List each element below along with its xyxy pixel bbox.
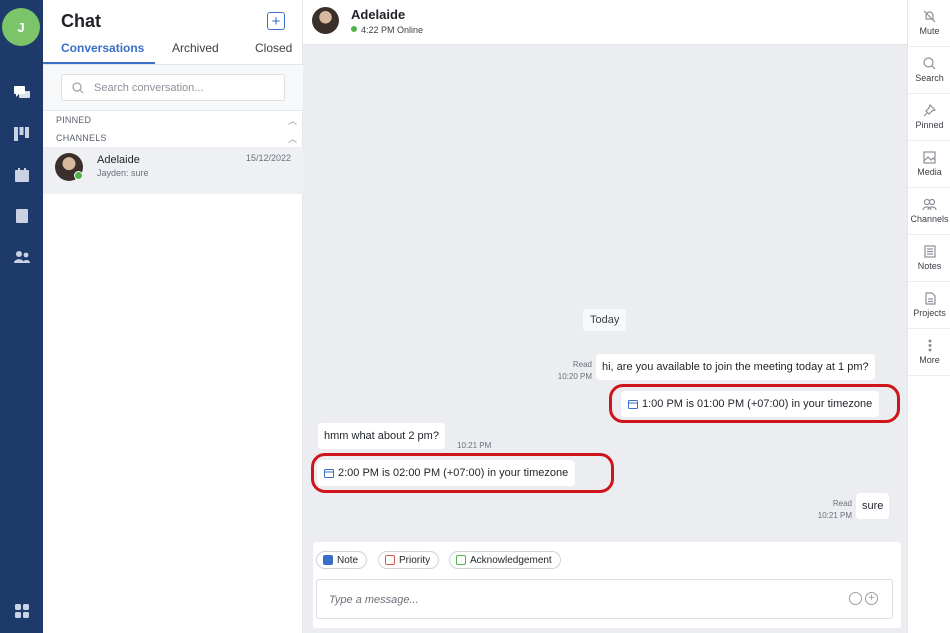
active-tab-indicator (43, 62, 155, 64)
user-avatar[interactable]: J (2, 8, 40, 46)
conversation-date: 15/12/2022 (245, 153, 291, 163)
image-icon (923, 151, 936, 164)
message-input-box: + (316, 579, 893, 619)
conversation-preview: Jayden: sure (97, 168, 149, 178)
conversation-name: Adelaide (97, 154, 140, 166)
message-meta: Read 10:20 PM (548, 359, 592, 383)
message-input[interactable] (329, 591, 829, 609)
conversation-tabs: Conversations Archived Closed (43, 40, 303, 65)
message-time: 10:21 PM (457, 441, 492, 450)
message-time: 10:20 PM (557, 372, 592, 381)
file-icon (924, 292, 936, 305)
contact-name: Adelaide (351, 7, 406, 22)
more-button[interactable]: More (908, 329, 950, 376)
priority-icon (385, 555, 395, 565)
board-nav-icon[interactable] (0, 119, 43, 149)
tab-conversations[interactable]: Conversations (61, 41, 144, 55)
search-icon (923, 57, 936, 70)
more-vertical-icon (928, 339, 931, 352)
online-indicator (74, 171, 83, 180)
chevron-up-icon[interactable]: ︿ (288, 132, 297, 145)
read-status: Read (572, 360, 592, 369)
message-bubble-incoming[interactable]: hmm what about 2 pm? (318, 423, 445, 449)
read-status: Read (832, 499, 852, 508)
note-chip[interactable]: Note (316, 551, 368, 569)
app-rail: J (0, 0, 43, 633)
status-text: 4:22 PM Online (361, 25, 424, 35)
calendar-nav-icon[interactable] (0, 160, 43, 190)
day-separator: Today (583, 309, 627, 331)
tab-archived[interactable]: Archived (172, 41, 219, 55)
acknowledgement-chip[interactable]: Acknowledgement (449, 551, 561, 569)
emoji-icon[interactable] (849, 592, 862, 605)
pin-icon (923, 104, 936, 117)
panel-title: Chat (61, 11, 101, 31)
note-icon (323, 555, 333, 565)
chat-nav-icon[interactable] (0, 78, 43, 108)
action-rail: Mute Search Pinned Media Channels Notes … (907, 0, 950, 633)
chat-header: Adelaide 4:22 PM Online (303, 0, 907, 45)
message-time: 10:21 PM (817, 511, 852, 520)
tab-closed[interactable]: Closed (255, 41, 292, 55)
search-box (61, 74, 285, 101)
notes-nav-icon[interactable] (0, 201, 43, 231)
highlight-annotation (311, 453, 614, 493)
message-meta: Read 10:21 PM (808, 498, 852, 522)
contact-avatar[interactable] (312, 7, 339, 34)
conversation-panel: Chat + Conversations Archived Closed PIN… (43, 0, 303, 633)
channels-button[interactable]: Channels (908, 188, 950, 235)
message-bubble-outgoing[interactable]: hi, are you available to join the meetin… (596, 354, 875, 380)
media-button[interactable]: Media (908, 141, 950, 188)
contact-status: 4:22 PM Online (351, 25, 423, 35)
section-pinned: PINNED (56, 115, 92, 125)
acknowledge-icon (456, 555, 466, 565)
projects-button[interactable]: Projects (908, 282, 950, 329)
mute-button[interactable]: Mute (908, 0, 950, 47)
chevron-up-icon[interactable]: ︿ (288, 114, 297, 127)
conversation-item[interactable]: Adelaide Jayden: sure 15/12/2022 (43, 147, 303, 194)
bell-off-icon (923, 10, 936, 23)
online-dot-icon (351, 26, 357, 32)
highlight-annotation (609, 384, 900, 423)
section-channels: CHANNELS (56, 133, 107, 143)
contacts-nav-icon[interactable] (0, 242, 43, 272)
priority-chip[interactable]: Priority (378, 551, 440, 569)
pinned-button[interactable]: Pinned (908, 94, 950, 141)
search-button[interactable]: Search (908, 47, 950, 94)
apps-grid-icon[interactable] (0, 596, 43, 626)
message-composer: Note Priority Acknowledgement + (313, 542, 901, 628)
search-area (43, 65, 303, 111)
attach-plus-icon[interactable]: + (865, 592, 878, 605)
message-area: Today Read 10:20 PM hi, are you availabl… (303, 45, 907, 633)
notes-icon (923, 245, 936, 258)
plus-icon[interactable]: + (267, 12, 285, 30)
notes-button[interactable]: Notes (908, 235, 950, 282)
message-bubble-outgoing[interactable]: sure (856, 493, 890, 519)
people-icon (922, 198, 937, 211)
search-input[interactable] (94, 79, 279, 97)
search-icon (72, 82, 84, 94)
